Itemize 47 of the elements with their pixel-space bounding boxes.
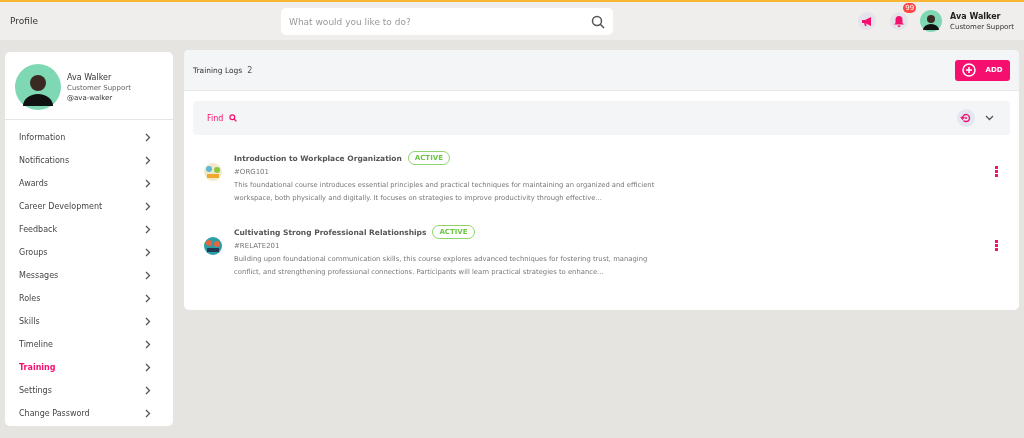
chevron-right-icon: [145, 248, 151, 257]
sidebar-item[interactable]: Training: [5, 356, 173, 379]
chevron-right-icon: [145, 179, 151, 188]
more-options-icon[interactable]: [995, 166, 998, 177]
sidebar-item[interactable]: Timeline: [5, 333, 173, 356]
item-count: 2: [247, 65, 253, 75]
chevron-right-icon: [145, 156, 151, 165]
chevron-right-icon: [145, 340, 151, 349]
bell-icon: [893, 15, 906, 27]
chevron-right-icon: [145, 294, 151, 303]
page-title: Profile: [10, 16, 38, 26]
user-name: Ava Walker: [950, 11, 1002, 21]
chevron-right-icon: [145, 363, 151, 372]
chevron-right-icon: [145, 317, 151, 326]
notifications-button[interactable]: [890, 12, 909, 30]
chevron-right-icon: [145, 202, 151, 211]
reset-icon: [960, 112, 972, 124]
sidebar-item[interactable]: Skills: [5, 310, 173, 333]
sidebar-item[interactable]: Career Development: [5, 195, 173, 218]
avatar-icon: [15, 64, 61, 110]
find-button[interactable]: Find: [207, 113, 238, 123]
sidebar-item[interactable]: Settings: [5, 379, 173, 402]
expand-icon[interactable]: [985, 115, 994, 121]
search-icon[interactable]: [591, 14, 605, 29]
megaphone-icon: [861, 15, 874, 27]
plus-icon: [962, 63, 977, 77]
chevron-right-icon: [145, 271, 151, 280]
sidebar-item[interactable]: Messages: [5, 264, 173, 287]
chevron-right-icon: [145, 409, 151, 418]
sidebar-item[interactable]: Information: [5, 126, 173, 149]
search-input[interactable]: What would you like to do?: [289, 16, 591, 27]
chevron-right-icon: [145, 225, 151, 234]
avatar-icon: [920, 10, 943, 32]
sidebar-item[interactable]: Awards: [5, 172, 173, 195]
search-icon: [229, 114, 238, 122]
chevron-right-icon: [145, 133, 151, 142]
more-options-icon[interactable]: [995, 240, 998, 251]
reset-button[interactable]: [957, 109, 975, 127]
sidebar-item[interactable]: Notifications: [5, 149, 173, 172]
profile-name: Ava Walker: [67, 72, 113, 82]
search-field[interactable]: What would you like to do?: [281, 8, 613, 35]
megaphone-button[interactable]: [858, 12, 877, 30]
sidebar-item[interactable]: Change Password: [5, 402, 173, 425]
sidebar-item[interactable]: Feedback: [5, 218, 173, 241]
sidebar-item[interactable]: Roles: [5, 287, 173, 310]
chevron-right-icon: [145, 386, 151, 395]
sidebar-item[interactable]: Groups: [5, 241, 173, 264]
